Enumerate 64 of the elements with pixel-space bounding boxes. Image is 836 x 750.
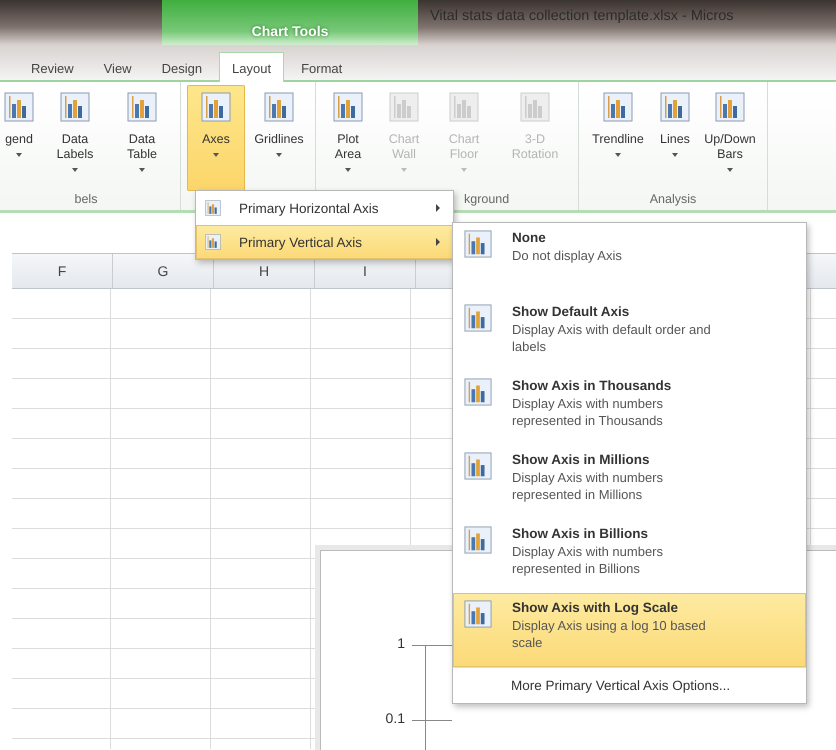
column-header[interactable]: F	[12, 254, 113, 288]
option-title: Show Default Axis	[512, 304, 630, 319]
ribbon-tab[interactable]: Format	[288, 52, 356, 82]
ribbon-tab[interactable]: Layout	[219, 52, 284, 82]
chart-icon	[660, 92, 690, 122]
chart-icon	[464, 230, 492, 258]
option-description: Display Axis with numbers represented in Billions	[512, 543, 664, 577]
menu-item[interactable]: Show Axis with Log Scale Display Axis using a log 10 based scale	[453, 593, 806, 667]
ribbon-button[interactable]: Data Labels	[44, 85, 106, 190]
chart-icon	[205, 234, 221, 250]
axis-label: 1	[396, 635, 405, 651]
chart-icon	[60, 92, 90, 122]
ribbon-tab[interactable]: Design	[148, 52, 216, 82]
ribbon-button[interactable]: Lines	[655, 85, 695, 190]
chart-icon	[715, 92, 745, 122]
group-label: kground	[464, 191, 510, 208]
menu-item[interactable]: None Do not display Axis	[453, 223, 806, 297]
ribbon-button[interactable]: Data Table	[110, 85, 174, 190]
chart-icon	[464, 304, 492, 332]
option-title: Show Axis in Billions	[512, 526, 650, 541]
group-label: Analysis	[648, 191, 698, 208]
chart-icon	[389, 92, 419, 122]
chart-icon	[4, 92, 34, 122]
chart-icon	[520, 92, 550, 122]
ribbon-button[interactable]: Trendline	[585, 85, 651, 190]
ribbon-button[interactable]: Axes	[187, 85, 245, 191]
ribbon-button[interactable]: gend	[0, 85, 40, 190]
menu-item[interactable]: Show Axis in Millions Display Axis with numbers represented in Millions	[453, 445, 806, 519]
axis-label: 0.1	[384, 710, 405, 726]
menu-item[interactable]: Show Default Axis Display Axis with default order and labels	[453, 297, 806, 371]
chart-icon	[264, 92, 294, 122]
option-description: Do not display Axis	[512, 247, 623, 264]
menu-item[interactable]: Primary Horizontal Axis	[196, 191, 453, 225]
option-description: Display Axis with numbers represented in Thousands	[512, 395, 664, 429]
chart-icon	[464, 452, 492, 480]
option-description: Display Axis with default order and labels	[512, 321, 712, 355]
ribbon-button[interactable]: Plot Area	[322, 85, 374, 190]
option-description: Display Axis with numbers represented in Millions	[512, 469, 664, 503]
chart-icon	[127, 92, 157, 122]
arrow-icon	[436, 204, 440, 212]
menu-item[interactable]: Primary Vertical Axis	[196, 225, 453, 259]
ribbon-tab[interactable]: Review	[18, 52, 87, 82]
option-description: Display Axis using a log 10 based scale	[512, 617, 707, 651]
chart-icon	[201, 92, 231, 122]
option-title: Show Axis in Millions	[512, 452, 651, 467]
chart-icon	[464, 378, 492, 406]
menu-item[interactable]: Show Axis in Billions Display Axis with numbers represented in Billions	[453, 519, 806, 593]
contextual-tab-label: Chart Tools	[252, 23, 328, 41]
group-label: bels	[74, 191, 98, 208]
option-title: Show Axis in Thousands	[512, 378, 672, 393]
chart-icon	[333, 92, 363, 122]
chart-icon	[449, 92, 479, 122]
chart-icon	[464, 526, 492, 554]
chart-icon	[205, 200, 221, 216]
arrow-icon	[436, 238, 440, 246]
menu-item[interactable]: More Primary Vertical Axis Options...	[453, 667, 806, 703]
option-title: Show Axis with Log Scale	[512, 600, 680, 615]
ribbon-tab[interactable]: View	[90, 52, 145, 82]
window-title: Vital stats data collection template.xlsx - Micros	[430, 8, 734, 26]
chart-icon	[603, 92, 633, 122]
option-title: None	[512, 230, 547, 245]
menu-item[interactable]: Show Axis in Thousands Display Axis with numbers represented in Thousands	[453, 371, 806, 445]
ribbon-button[interactable]: Up/Down Bars	[699, 85, 761, 190]
chart-icon	[464, 600, 492, 628]
